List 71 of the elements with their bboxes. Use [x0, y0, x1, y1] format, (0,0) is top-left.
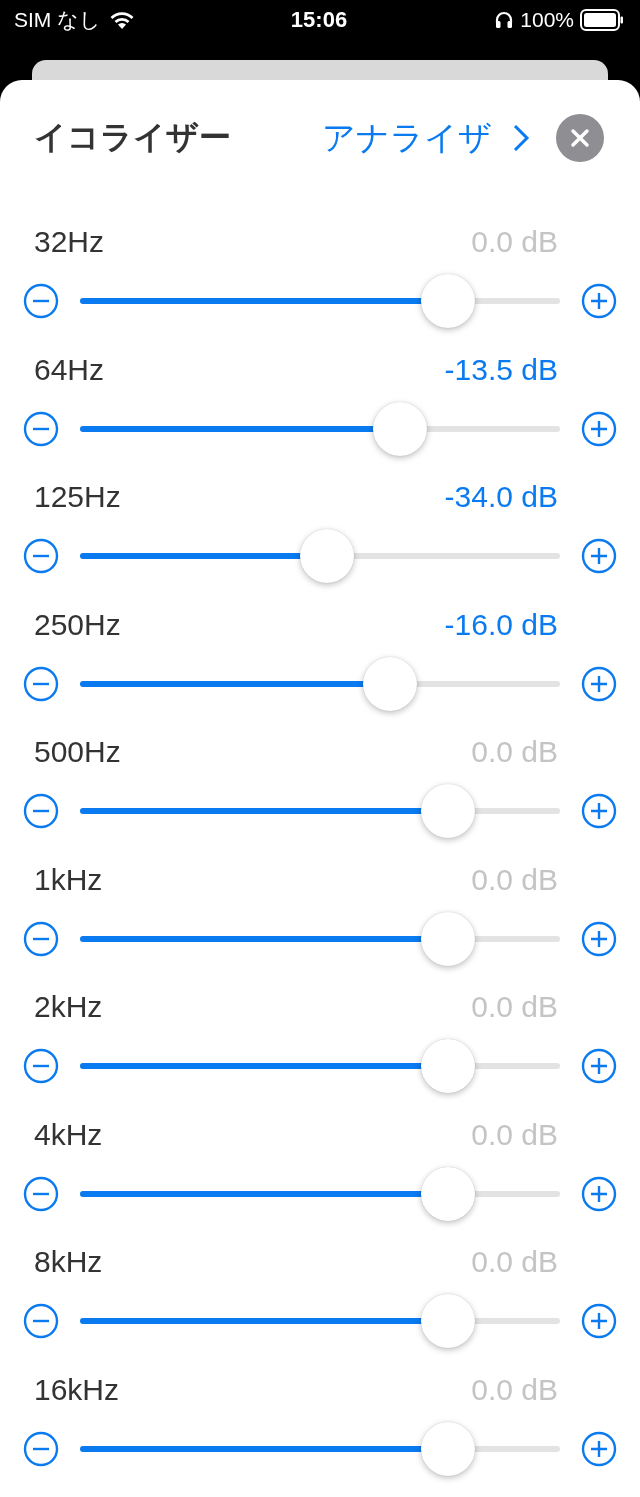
analyzer-link[interactable]: アナライザ [322, 115, 530, 161]
minus-icon[interactable] [23, 1048, 59, 1084]
minus-icon[interactable] [23, 793, 59, 829]
gain-slider[interactable] [80, 1166, 560, 1221]
slider-thumb[interactable] [373, 401, 428, 456]
close-button[interactable] [556, 114, 604, 162]
minus-icon[interactable] [23, 1430, 59, 1467]
slider-thumb[interactable] [421, 1294, 476, 1348]
gain-reading: 0.0 dB [471, 1372, 558, 1407]
slider-thumb[interactable] [363, 656, 418, 711]
band-label: 2kHz [34, 990, 103, 1024]
gain-reading: -34.0 dB [444, 480, 558, 514]
gain-slider[interactable] [80, 1294, 560, 1348]
band-label: 250Hz [34, 607, 121, 642]
close-icon [570, 128, 590, 148]
slider-thumb[interactable] [421, 1421, 476, 1476]
plus-icon[interactable] [581, 1303, 617, 1339]
plus-icon[interactable] [581, 665, 617, 702]
band-label: 500Hz [34, 735, 121, 769]
clock-time: 15:06 [290, 7, 348, 33]
gain-slider[interactable] [80, 529, 560, 583]
plus-icon[interactable] [581, 538, 617, 574]
slider-thumb[interactable] [421, 1039, 476, 1093]
minus-icon[interactable] [23, 1175, 59, 1212]
plus-icon[interactable] [581, 1048, 617, 1084]
gain-reading: 0.0 dB [471, 1245, 558, 1279]
plus-icon[interactable] [581, 283, 617, 319]
gain-slider[interactable] [80, 1421, 560, 1476]
gain-reading: 0.0 dB [471, 1117, 558, 1152]
band-label: 1kHz [34, 862, 103, 897]
carrier-label: SIM なし [14, 7, 102, 33]
slider-thumb[interactable] [421, 784, 476, 838]
slider-thumb[interactable] [421, 911, 476, 966]
minus-icon[interactable] [23, 920, 59, 957]
gain-slider[interactable] [80, 1039, 560, 1093]
minus-icon[interactable] [23, 665, 59, 702]
plus-icon[interactable] [581, 1175, 617, 1212]
wifi-icon [109, 10, 136, 30]
gain-slider[interactable] [80, 656, 560, 711]
minus-icon[interactable] [23, 410, 59, 447]
gain-reading: 0.0 dB [471, 735, 558, 769]
gain-reading: 0.0 dB [471, 862, 558, 897]
band-label: 16kHz [34, 1372, 120, 1407]
sheet-title: イコライザー [34, 118, 232, 157]
band-label: 125Hz [34, 480, 121, 514]
gain-slider[interactable] [80, 401, 560, 456]
headphones-icon [494, 10, 515, 30]
gain-reading: -16.0 dB [444, 607, 558, 642]
gain-reading: 0.0 dB [471, 990, 558, 1024]
chevron-icon [512, 123, 530, 153]
gain-slider[interactable] [80, 911, 560, 966]
plus-icon[interactable] [581, 920, 617, 957]
minus-icon[interactable] [23, 538, 59, 574]
plus-icon[interactable] [581, 410, 617, 447]
slider-thumb[interactable] [421, 1166, 476, 1221]
slider-thumb[interactable] [300, 529, 355, 583]
plus-icon[interactable] [581, 1430, 617, 1467]
band-label: 4kHz [34, 1117, 103, 1152]
gain-slider[interactable] [80, 784, 560, 838]
battery-icon [580, 9, 624, 31]
slider-thumb[interactable] [421, 274, 476, 328]
band-label: 8kHz [34, 1245, 103, 1279]
gain-slider[interactable] [80, 274, 560, 328]
band-label: 64Hz [34, 352, 105, 387]
battery-percent: 100% [520, 8, 574, 32]
gain-reading: -13.5 dB [444, 352, 558, 387]
gain-reading: 0.0 dB [471, 225, 558, 259]
plus-icon[interactable] [581, 793, 617, 829]
minus-icon[interactable] [23, 1303, 59, 1339]
band-label: 32Hz [34, 225, 105, 259]
minus-icon[interactable] [23, 283, 59, 319]
